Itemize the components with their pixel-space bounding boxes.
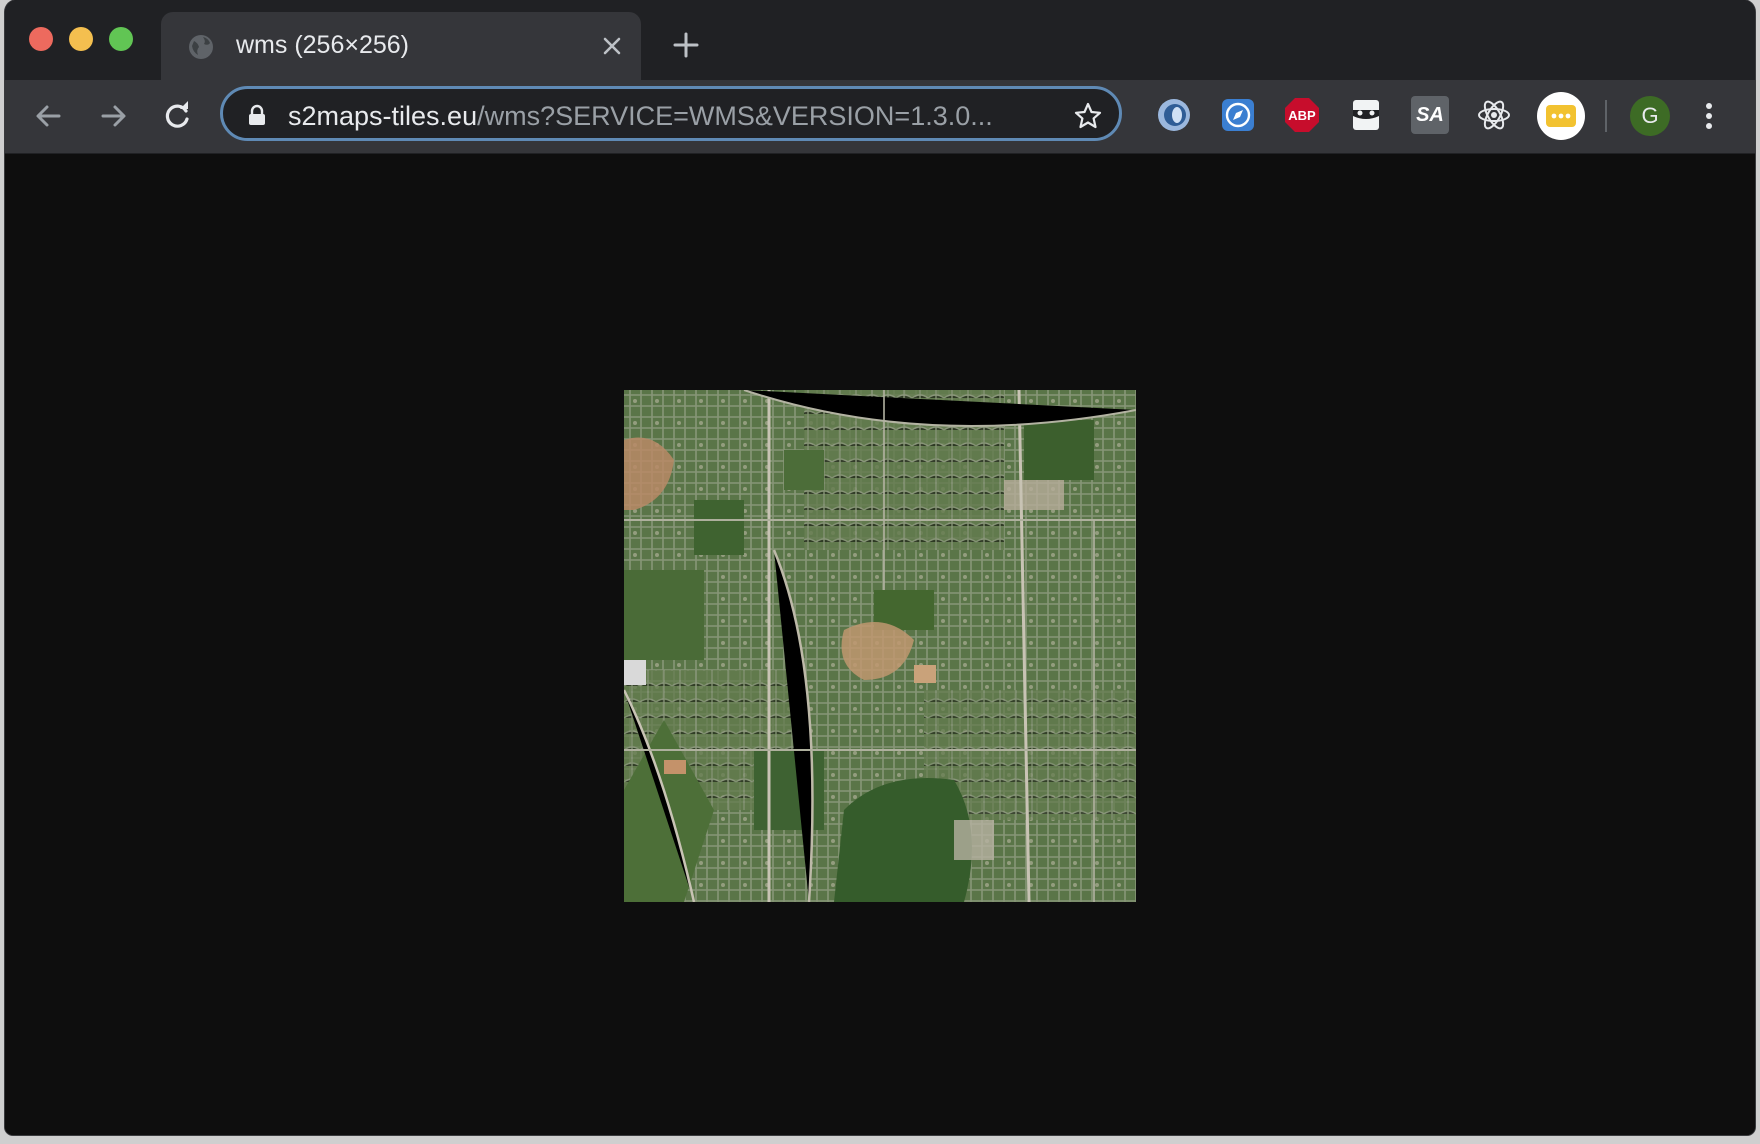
tab-title: wms (256×256) <box>236 31 409 59</box>
browser-toolbar: s2maps-tiles.eu/wms?SERVICE=WMS&VERSION=… <box>5 80 1755 154</box>
url-text[interactable]: s2maps-tiles.eu/wms?SERVICE=WMS&VERSION=… <box>288 101 1028 132</box>
kebab-menu-icon[interactable] <box>1699 96 1719 136</box>
bookmark-star-icon[interactable] <box>1073 101 1103 131</box>
close-tab-icon[interactable] <box>599 33 625 59</box>
profile-avatar[interactable]: G <box>1630 96 1670 136</box>
active-tab[interactable]: wms (256×256) <box>161 12 641 80</box>
ext-mask-icon[interactable] <box>1347 96 1385 134</box>
lock-icon[interactable] <box>247 104 267 126</box>
ext-sa-icon[interactable]: SA <box>1411 96 1449 134</box>
ext-blue-circle-icon[interactable] <box>1155 96 1193 134</box>
satellite-tile-graphic <box>624 390 1136 902</box>
new-tab-icon[interactable] <box>671 30 701 60</box>
reload-icon[interactable] <box>159 98 195 134</box>
url-host: s2maps-tiles.eu <box>288 101 478 131</box>
ext-react-icon[interactable] <box>1475 96 1513 134</box>
browser-window: wms (256×256) s2maps-tiles.eu/wms?SERVIC… <box>5 0 1755 1135</box>
toolbar-divider <box>1605 100 1607 132</box>
globe-icon <box>189 35 213 59</box>
ext-compass-icon[interactable] <box>1219 96 1257 134</box>
maximize-window-button[interactable] <box>109 27 133 51</box>
tab-strip: wms (256×256) <box>5 0 1755 80</box>
ext-adblock-icon[interactable]: ABP <box>1283 96 1321 134</box>
url-path: /wms?SERVICE=WMS&VERSION=1.3.0... <box>477 101 993 131</box>
close-window-button[interactable] <box>29 27 53 51</box>
ext-dots-icon[interactable] <box>1537 92 1585 140</box>
address-bar[interactable]: s2maps-tiles.eu/wms?SERVICE=WMS&VERSION=… <box>220 86 1122 141</box>
forward-arrow-icon[interactable] <box>95 98 131 134</box>
satellite-tile-image[interactable] <box>624 390 1136 902</box>
page-viewport <box>5 154 1755 1135</box>
minimize-window-button[interactable] <box>69 27 93 51</box>
back-arrow-icon[interactable] <box>31 98 67 134</box>
